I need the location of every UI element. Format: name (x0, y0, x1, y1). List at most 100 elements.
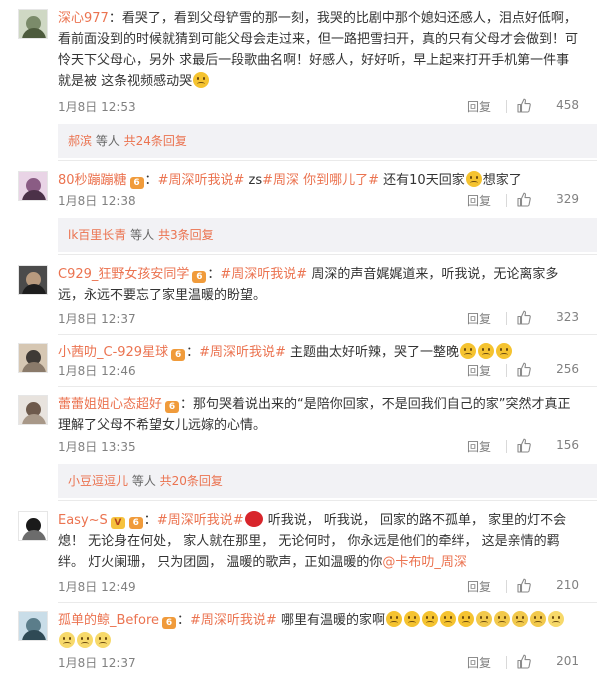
timestamp: 1月8日 12:38 (58, 194, 136, 208)
avatar[interactable] (18, 171, 48, 201)
reply-button[interactable]: 回复 (467, 362, 491, 379)
more-replies-link[interactable]: 共3条回复 (158, 228, 214, 242)
avatar-body-shape (22, 630, 46, 640)
comment-divider (58, 386, 597, 387)
comment-divider (58, 334, 597, 335)
reply-button[interactable]: 回复 (467, 438, 491, 455)
thumb-up-icon (517, 192, 531, 207)
like-count: 256 (556, 362, 579, 376)
username-link[interactable]: 小茜叻_C-929星球 (58, 345, 168, 360)
topic-link[interactable]: @卡布叻_周深 (382, 555, 467, 570)
like-count: 458 (556, 98, 579, 112)
divider (506, 580, 507, 593)
avatar[interactable] (18, 611, 48, 641)
sad-emoji (493, 611, 510, 627)
like-button[interactable]: 201 (515, 654, 579, 672)
more-replies-link[interactable]: 共24条回复 (124, 134, 187, 148)
like-button[interactable]: 323 (515, 310, 579, 328)
cry-emoji (496, 343, 513, 359)
topic-link[interactable]: #周深 你到哪儿了# (262, 173, 379, 188)
username-link[interactable]: 蕾蕾姐姐心态超好 (58, 397, 162, 412)
comment-text: 深心977：看哭了，看到父母铲雪的那一刻，我哭的比剧中那个媳妇还感人，泪点好低啊… (58, 8, 579, 92)
timestamp: 1月8日 12:46 (58, 364, 136, 378)
timestamp: 1月8日 12:53 (58, 100, 136, 114)
comment-text-segment: 想家了 (482, 173, 522, 188)
smile-emoji (77, 632, 93, 648)
heart-emoji (244, 511, 263, 527)
cry-laugh-emoji (193, 72, 210, 88)
topic-link[interactable]: #周深听我说# (158, 173, 245, 188)
smile-emoji (547, 611, 564, 627)
thumb-up-icon (517, 438, 531, 453)
vip-badge-icon: 6 (171, 349, 186, 361)
reply-summary-text: 等人 (126, 228, 158, 242)
reply-username-link[interactable]: 郝滨 (68, 134, 92, 148)
vip-badge-icon: 6 (162, 617, 177, 629)
username-link[interactable]: 80秒蹦蹦糖 (58, 173, 127, 188)
cry-emoji (385, 611, 402, 627)
cry-emoji (478, 343, 495, 359)
comment-meta: 1月8日 13:35 回复 156 (58, 438, 579, 456)
reply-button[interactable]: 回复 (467, 192, 491, 209)
thumb-up-icon (517, 310, 531, 325)
vip-badge-icon: 6 (128, 517, 143, 529)
topic-link[interactable]: #周深听我说# (157, 513, 244, 528)
comment-text: 蕾蕾姐姐心态超好 6 ：那句哭着说出来的“是陪你回家，不是回我们自己的家”突然才真正… (58, 394, 579, 436)
reply-username-link[interactable]: lk百里长青 (68, 228, 126, 242)
comment-list: 深心977 ： 看哭了，看到父母铲雪的那一刻，我哭的比剧中那个媳妇还感人，泪点好低啊… (0, 0, 597, 685)
comment-text: Easy~S V 6 ：#周深听我说# 听我说， 听我说， 回家的路不孤单， 家里的灯… (58, 510, 579, 573)
like-count: 329 (556, 192, 579, 206)
like-button[interactable]: 210 (515, 578, 579, 596)
comment-meta: 1月8日 12:53 回复 458 (58, 98, 579, 116)
topic-link[interactable]: #周深听我说# (190, 613, 277, 628)
separator: ： (144, 173, 158, 188)
reply-summary-bar[interactable]: lk百里长青 等人 共3条回复 (58, 218, 597, 252)
divider (506, 312, 507, 325)
reply-summary-bar[interactable]: 郝滨 等人 共24条回复 (58, 124, 597, 158)
like-button[interactable]: 458 (515, 98, 579, 116)
avatar[interactable] (18, 9, 48, 39)
username-link[interactable]: C929_狂野女孩安同学 (58, 267, 189, 282)
like-button[interactable]: 156 (515, 438, 579, 456)
cry-emoji (457, 611, 474, 627)
divider (506, 194, 507, 207)
like-button[interactable]: 256 (515, 362, 579, 380)
cry-emoji (460, 343, 477, 359)
username-link[interactable]: 深心977 (58, 11, 109, 26)
smile-emoji (95, 632, 111, 648)
sad-emoji (529, 611, 546, 627)
separator: ： (143, 513, 157, 528)
reply-button[interactable]: 回复 (467, 654, 491, 671)
reply-button[interactable]: 回复 (467, 98, 491, 115)
avatar[interactable] (18, 265, 48, 295)
avatar[interactable] (18, 395, 48, 425)
vip-badge-icon: 6 (129, 177, 144, 189)
reply-button[interactable]: 回复 (467, 578, 491, 595)
reply-username-link[interactable]: 小豆逗逗儿 (68, 474, 128, 488)
separator: ： (180, 397, 194, 412)
more-replies-link[interactable]: 共20条回复 (160, 474, 223, 488)
avatar[interactable] (18, 511, 48, 541)
like-count: 210 (556, 578, 579, 592)
comment-divider (58, 602, 597, 603)
smile-emoji (59, 632, 75, 648)
comment-text-segment: 看哭了，看到父母铲雪的那一刻，我哭的比剧中那个媳妇还感人，泪点好低啊，看前面没到… (58, 11, 579, 89)
username-link[interactable]: 孤单的鲸_Before (58, 613, 159, 628)
comment-meta: 1月8日 12:38 回复 329 (58, 192, 579, 210)
topic-link[interactable]: #周深听我说# (220, 267, 307, 282)
timestamp: 1月8日 12:49 (58, 580, 136, 594)
topic-link[interactable]: #周深听我说# (199, 345, 286, 360)
separator: ： (207, 267, 221, 282)
thumb-up-icon (517, 362, 531, 377)
reply-button[interactable]: 回复 (467, 310, 491, 327)
avatar-body-shape (22, 530, 46, 540)
like-button[interactable]: 329 (515, 192, 579, 210)
thumb-up-icon (517, 98, 531, 113)
avatar[interactable] (18, 343, 48, 373)
comment-meta: 1月8日 12:37 回复 201 (58, 654, 579, 672)
thumb-up-icon (517, 654, 531, 669)
reply-summary-bar[interactable]: 小豆逗逗儿 等人 共20条回复 (58, 464, 597, 498)
comment-divider (58, 160, 597, 161)
username-link[interactable]: Easy~S (58, 513, 108, 528)
avatar-body-shape (22, 414, 46, 424)
